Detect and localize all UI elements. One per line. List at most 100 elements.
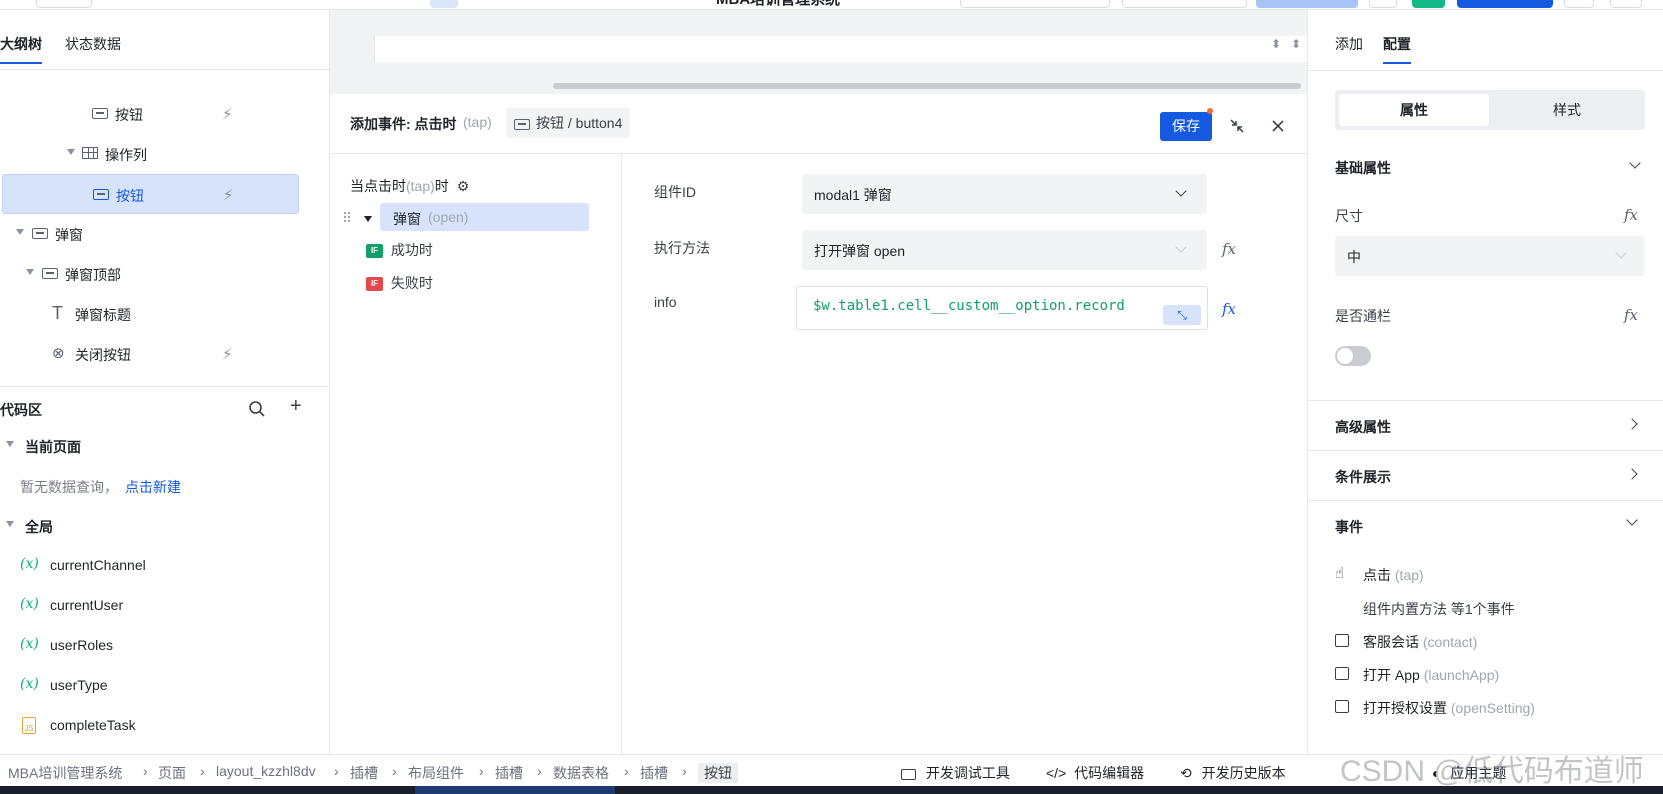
- tab-outline[interactable]: 大纲树: [0, 34, 42, 64]
- publish-button[interactable]: [1457, 0, 1553, 8]
- event-name: 打开授权设置: [1363, 700, 1447, 716]
- view-toggle[interactable]: [430, 0, 458, 8]
- variable-icon: (x): [20, 596, 39, 612]
- info-expression-input[interactable]: $w.table1.cell__custom__option.record ⤡: [796, 286, 1208, 330]
- history-button[interactable]: ⟲ 开发历史版本: [1180, 763, 1286, 783]
- sort-icon[interactable]: ⬍: [1291, 37, 1301, 51]
- breadcrumb-item[interactable]: 数据表格: [553, 763, 609, 783]
- variable-name: currentChannel: [50, 557, 146, 573]
- event-bolt-icon[interactable]: ⚡: [222, 105, 233, 123]
- breadcrumb-separator-icon: ›: [200, 763, 205, 779]
- fx-icon[interactable]: fx: [1222, 300, 1236, 318]
- preview-button[interactable]: [1256, 0, 1358, 8]
- trigger-text: 当点击时: [350, 178, 406, 194]
- tree-item-label: 按钮: [115, 107, 143, 123]
- tree-item-label: 关闭按钮: [75, 347, 131, 363]
- canvas-preview: ⬍ ⬍: [330, 10, 1307, 94]
- code-editor-button[interactable]: </> 代码编辑器: [1046, 763, 1144, 783]
- search-box[interactable]: [960, 0, 1110, 8]
- breadcrumb-item[interactable]: 页面: [158, 763, 186, 783]
- event-bolt-icon[interactable]: ⚡: [223, 186, 234, 204]
- variable-item[interactable]: (x) userRoles: [0, 626, 330, 666]
- tab-add[interactable]: 添加: [1335, 34, 1363, 54]
- component-id-select[interactable]: modal1 弹窗: [802, 174, 1207, 214]
- action-item-modal[interactable]: 弹窗 (open): [380, 203, 589, 231]
- tree-item-modal-title[interactable]: T 弹窗标题: [0, 294, 330, 334]
- tree-item-action-column[interactable]: 操作列: [0, 134, 330, 174]
- fx-icon[interactable]: fx: [1222, 240, 1236, 258]
- tree-item-modal-header[interactable]: 弹窗顶部: [0, 254, 330, 294]
- size-select[interactable]: 中: [1335, 236, 1645, 276]
- expand-editor-icon[interactable]: ⤡: [1163, 305, 1201, 325]
- section-advanced[interactable]: 高级属性: [1308, 400, 1663, 450]
- shield-icon[interactable]: [1564, 0, 1594, 8]
- breadcrumb-item[interactable]: 插槽: [495, 763, 523, 783]
- chevron-right-icon: [1626, 468, 1638, 480]
- code-icon: </>: [1046, 765, 1067, 781]
- variable-item[interactable]: (x) userType: [0, 666, 330, 706]
- section-conditional[interactable]: 条件展示: [1308, 450, 1663, 500]
- group-current-page[interactable]: 当前页面: [0, 426, 330, 466]
- segment-properties[interactable]: 属性: [1339, 94, 1489, 126]
- tree-item-button[interactable]: 按钮 ⚡: [0, 94, 330, 134]
- tree-item-button-selected[interactable]: 按钮 ⚡: [2, 174, 299, 214]
- tab-state-data[interactable]: 状态数据: [65, 34, 121, 54]
- breadcrumb-item[interactable]: 布局组件: [408, 763, 464, 783]
- collapse-caret-icon[interactable]: [67, 149, 75, 155]
- tab-config[interactable]: 配置: [1383, 34, 1411, 64]
- breadcrumb-item[interactable]: MBA培训管理系统: [8, 763, 122, 783]
- sort-icon[interactable]: ⬍: [1271, 37, 1281, 51]
- function-name: completeTask: [50, 717, 136, 733]
- help-icon[interactable]: [1369, 0, 1397, 8]
- env-select[interactable]: [1122, 0, 1247, 8]
- collapse-icon[interactable]: [1229, 118, 1245, 134]
- settings-icon[interactable]: ⚙: [457, 178, 470, 194]
- fx-icon[interactable]: fx: [1624, 306, 1638, 324]
- collapse-caret-icon[interactable]: [6, 521, 14, 527]
- branch-success[interactable]: IF 成功时: [366, 240, 433, 260]
- trigger-end: 时: [434, 178, 449, 194]
- breadcrumb-item[interactable]: layout_kzzhl8dv: [216, 763, 316, 779]
- drag-handle-icon[interactable]: ⠿: [342, 210, 352, 227]
- collapse-caret-icon[interactable]: [6, 441, 14, 447]
- fx-icon[interactable]: fx: [1624, 206, 1638, 224]
- search-icon[interactable]: [248, 400, 266, 418]
- collapse-caret-icon[interactable]: [16, 229, 24, 235]
- event-bolt-icon[interactable]: ⚡: [222, 345, 233, 363]
- variable-item[interactable]: (x) currentChannel: [0, 546, 330, 586]
- create-new-link[interactable]: 点击新建: [125, 477, 181, 497]
- horizontal-scrollbar[interactable]: [553, 83, 1301, 89]
- collapse-caret-icon[interactable]: [26, 269, 34, 275]
- section-basic-title[interactable]: 基础属性: [1335, 158, 1391, 178]
- left-tabs: 大纲树 状态数据: [0, 10, 330, 70]
- debug-tool-button[interactable]: 开发调试工具: [901, 763, 1010, 783]
- save-button[interactable]: 保存: [1160, 112, 1212, 141]
- breadcrumb-item-current[interactable]: 按钮: [698, 763, 738, 783]
- breadcrumb-item[interactable]: 插槽: [640, 763, 668, 783]
- run-button[interactable]: [1412, 0, 1445, 8]
- tree-item-close-button[interactable]: ⊗ 关闭按钮 ⚡: [0, 334, 330, 374]
- modal-icon: [32, 226, 48, 240]
- method-select[interactable]: 打开弹窗 open: [802, 230, 1207, 270]
- device-toggle[interactable]: [36, 0, 92, 8]
- event-header: 添加事件: 点击时 (tap) 按钮 / button4 保存: [330, 94, 1307, 154]
- expand-caret-icon[interactable]: [364, 216, 372, 222]
- size-label: 尺寸: [1335, 208, 1363, 224]
- breadcrumb-separator-icon: ›: [334, 763, 339, 779]
- close-icon[interactable]: [1271, 119, 1285, 133]
- group-global[interactable]: 全局: [0, 506, 330, 546]
- variable-name: userRoles: [50, 637, 114, 653]
- variable-item[interactable]: (x) currentUser: [0, 586, 330, 626]
- section-events[interactable]: 事件: [1308, 500, 1663, 550]
- more-icon[interactable]: [1610, 0, 1642, 8]
- right-panel: 添加 配置 属性 样式 基础属性 尺寸 fx 中 是否通栏 fx 高级属性 条件…: [1307, 10, 1663, 754]
- full-width-toggle[interactable]: [1335, 346, 1371, 366]
- function-item[interactable]: JS completeTask: [0, 706, 330, 746]
- branch-failure[interactable]: IF 失败时: [366, 273, 433, 293]
- breadcrumb-item[interactable]: 插槽: [350, 763, 378, 783]
- chevron-down-icon[interactable]: [1629, 157, 1641, 169]
- segment-styles[interactable]: 样式: [1493, 94, 1641, 126]
- modal-header-icon: [42, 266, 58, 280]
- tree-item-modal[interactable]: 弹窗: [0, 214, 330, 254]
- add-icon[interactable]: +: [290, 395, 302, 418]
